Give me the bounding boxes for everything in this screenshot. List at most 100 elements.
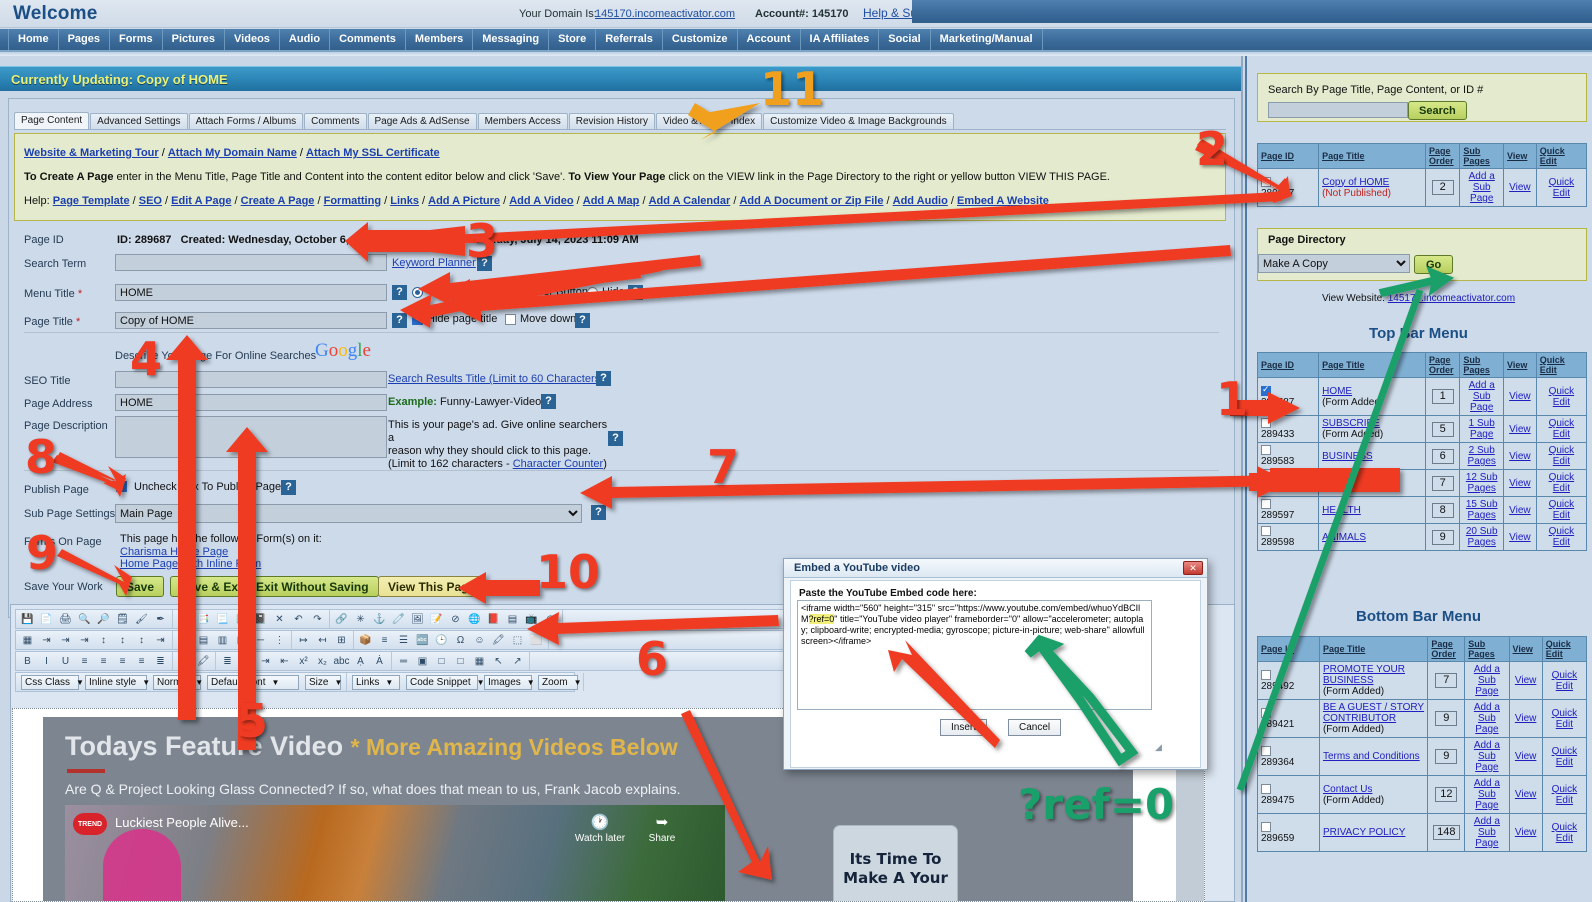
toolbar-icon[interactable]: ☺: [471, 632, 488, 649]
sub-pages-link[interactable]: 1 Sub Page: [1469, 418, 1495, 440]
toolbar-icon[interactable]: 🖌: [133, 611, 150, 628]
toolbar-icon[interactable]: ↦: [295, 632, 312, 649]
toolbar-icon[interactable]: ⇥: [57, 632, 74, 649]
toolbar-icon[interactable]: Ạ: [352, 653, 369, 670]
row-checkbox[interactable]: [1261, 418, 1271, 429]
page-order-input[interactable]: 6: [1431, 448, 1454, 464]
row-checkbox[interactable]: [1261, 499, 1271, 510]
column-header-page-title[interactable]: Page Title: [1323, 644, 1365, 654]
toolbar-icon[interactable]: ▧: [233, 632, 250, 649]
embed-youtube-dialog[interactable]: Embed a YouTube video ✕ Paste the YouTub…: [783, 558, 1208, 770]
toolbar-icon[interactable]: ↤: [314, 632, 331, 649]
row-checkbox[interactable]: [1261, 472, 1271, 483]
page-title-link[interactable]: SUBSCRIBE: [1322, 418, 1380, 429]
row-checkbox[interactable]: [1261, 176, 1271, 187]
help-link-page-template[interactable]: Page Template: [53, 195, 130, 207]
radio-header-button[interactable]: [502, 287, 513, 298]
cancel-button[interactable]: Cancel: [1008, 719, 1062, 736]
tab-members-access[interactable]: Members Access: [477, 113, 568, 130]
toolbar-icon[interactable]: ✒: [152, 611, 169, 628]
toolbar-icon[interactable]: ↕: [133, 632, 150, 649]
page-title-link[interactable]: PROMOTE YOUR BUSINESS: [1323, 664, 1405, 686]
column-header-sub-pages[interactable]: Sub Pages: [1463, 355, 1490, 375]
page-description-textarea[interactable]: [115, 416, 387, 458]
nav-item-comments[interactable]: Comments: [330, 29, 406, 50]
sub-pages-link[interactable]: 15 Sub Pages: [1466, 499, 1498, 521]
row-checkbox[interactable]: [1261, 745, 1271, 756]
view-link[interactable]: View: [1509, 478, 1531, 489]
nav-item-videos[interactable]: Videos: [225, 29, 280, 50]
row-checkbox[interactable]: [1261, 783, 1271, 794]
tab-attach-forms-albums[interactable]: Attach Forms / Albums: [188, 113, 304, 130]
checkbox-hide-page-title[interactable]: [412, 313, 423, 325]
toolbar-icon[interactable]: 📝: [428, 611, 445, 628]
toolbar-icon[interactable]: ≡: [95, 653, 112, 670]
toolbar-icon[interactable]: ⚓: [371, 611, 388, 628]
nav-item-messaging[interactable]: Messaging: [473, 29, 550, 50]
column-header-page-title[interactable]: Page Title: [1322, 151, 1364, 161]
toolbar-icon[interactable]: ◎: [542, 611, 559, 628]
toolbar-icon[interactable]: ↗: [509, 653, 526, 670]
toolbar-icon[interactable]: 🌐: [466, 611, 483, 628]
column-header-sub-pages[interactable]: Sub Pages: [1468, 639, 1495, 659]
radio-hide[interactable]: [587, 287, 598, 298]
domain-link[interactable]: 145170.incomeactivator.com: [595, 8, 735, 20]
column-header-page-id[interactable]: Page ID: [1261, 360, 1294, 370]
help-question-sub-page[interactable]: ?: [591, 505, 606, 520]
toolbar-icon[interactable]: ☰: [238, 653, 255, 670]
row-checkbox[interactable]: [1261, 707, 1271, 718]
help-link-edit-a-page[interactable]: Edit A Page: [171, 195, 231, 207]
column-header-page-order[interactable]: Page Order: [1429, 355, 1454, 375]
column-header-page-id[interactable]: Page ID: [1261, 151, 1294, 161]
toolbar-icon[interactable]: ⊞: [333, 632, 350, 649]
toolbar-icon[interactable]: ▥: [214, 632, 231, 649]
exit-without-saving-button[interactable]: Exit Without Saving: [246, 576, 379, 597]
column-header-quick-edit[interactable]: Quick Edit: [1546, 639, 1571, 659]
row-checkbox[interactable]: [1261, 526, 1271, 537]
toolbar-icon[interactable]: ↕: [114, 632, 131, 649]
sub-pages-link[interactable]: Add a Sub Page: [1474, 740, 1500, 773]
form-link-1[interactable]: Charisma Home Page: [120, 546, 228, 558]
page-title-link[interactable]: BUSINESS: [1322, 451, 1373, 462]
column-header-view[interactable]: View: [1507, 151, 1527, 161]
view-link[interactable]: View: [1509, 391, 1531, 402]
row-checkbox[interactable]: [1261, 445, 1271, 456]
quick-edit-link[interactable]: Quick Edit: [1549, 445, 1575, 467]
toolbar-icon[interactable]: Ω: [452, 632, 469, 649]
nav-item-pictures[interactable]: Pictures: [163, 29, 226, 50]
toolbar-icon[interactable]: 🖨: [57, 611, 74, 628]
sidebar-search-button[interactable]: Search: [1408, 101, 1467, 120]
view-link[interactable]: View: [1509, 451, 1531, 462]
sub-pages-link[interactable]: 20 Sub Pages: [1466, 526, 1498, 548]
page-title-link[interactable]: BE A GUEST / STORY CONTRIBUTOR: [1323, 702, 1424, 724]
close-icon[interactable]: ✕: [1183, 561, 1203, 575]
nav-item-ia-affiliates[interactable]: IA Affiliates: [801, 29, 880, 50]
column-header-page-title[interactable]: Page Title: [1322, 360, 1364, 370]
view-link[interactable]: View: [1515, 675, 1537, 686]
quick-edit-link[interactable]: Quick Edit: [1552, 822, 1578, 844]
toolbar-icon[interactable]: 🔎: [95, 611, 112, 628]
toolbar-icon[interactable]: ↕: [95, 632, 112, 649]
toolbar-icon[interactable]: ▣: [414, 653, 431, 670]
toolbar-icon[interactable]: ≡: [76, 653, 93, 670]
toolbar-icon[interactable]: ▦: [176, 632, 193, 649]
toolbar-select-normal[interactable]: Normal ▼: [153, 674, 203, 690]
toolbar-icon[interactable]: 🕒: [433, 632, 450, 649]
quick-edit-link[interactable]: Quick Edit: [1552, 784, 1578, 806]
toolbar-icon[interactable]: ═: [395, 653, 412, 670]
help-question-page-description[interactable]: ?: [608, 431, 623, 446]
toolbar-icon[interactable]: ✕: [271, 611, 288, 628]
toolbar-icon[interactable]: □: [433, 653, 450, 670]
checkbox-publish-page[interactable]: [116, 480, 127, 492]
view-link[interactable]: View: [1515, 713, 1537, 724]
page-order-input[interactable]: 9: [1435, 749, 1458, 764]
nav-item-store[interactable]: Store: [549, 29, 597, 50]
tab-page-content[interactable]: Page Content: [14, 112, 90, 130]
help-link-add-a-map[interactable]: Add A Map: [583, 195, 640, 207]
quick-edit-link[interactable]: Quick Edit: [1549, 386, 1575, 408]
toolbar-icon[interactable]: 🖍: [490, 632, 507, 649]
toolbar-icon[interactable]: U: [57, 653, 74, 670]
nav-item-customize[interactable]: Customize: [663, 29, 738, 50]
toolbar-icon[interactable]: □: [452, 653, 469, 670]
toolbar-icon[interactable]: 📑: [195, 611, 212, 628]
